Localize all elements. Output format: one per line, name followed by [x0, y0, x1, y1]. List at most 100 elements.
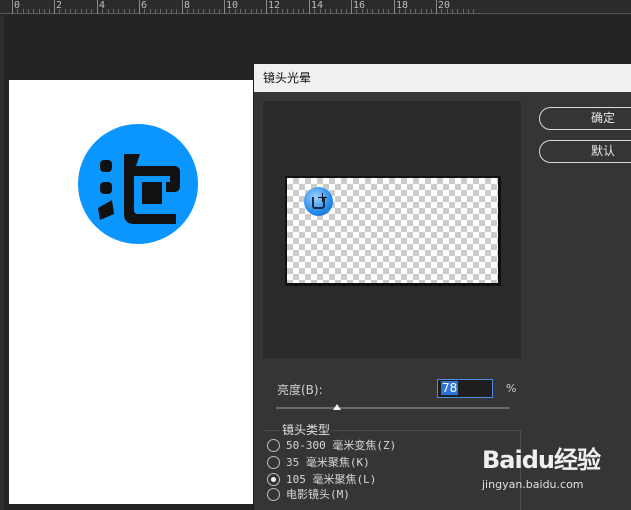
- ruler-minor-tick: [17, 9, 18, 14]
- ruler-minor-tick: [219, 9, 220, 14]
- ruler-minor-tick: [214, 9, 215, 14]
- photoshop-window: 0 2 4 6 8 10 12 14 16 18 20 镜头光晕 确定 默认 亮度(B): 78: [0, 0, 631, 510]
- ruler-minor-tick: [187, 9, 188, 14]
- lens-option-105[interactable]: 105 毫米聚焦(L): [267, 471, 376, 487]
- ruler-minor-tick: [383, 9, 384, 14]
- ruler-minor-tick: [431, 9, 432, 14]
- ruler-label: 12: [268, 0, 281, 11]
- vertical-ruler[interactable]: [0, 15, 4, 510]
- ruler-minor-tick: [150, 9, 151, 14]
- ruler-minor-tick: [336, 9, 337, 14]
- ruler-minor-tick: [91, 9, 92, 14]
- ruler-major-tick: [266, 0, 267, 14]
- ruler-minor-tick: [113, 9, 114, 14]
- brightness-input[interactable]: 78: [437, 379, 493, 398]
- brightness-slider-thumb[interactable]: [333, 404, 341, 410]
- ruler-label: 20: [438, 0, 451, 11]
- ruler-major-tick: [351, 0, 352, 14]
- ruler-minor-tick: [463, 9, 464, 14]
- ruler-minor-tick: [388, 9, 389, 14]
- ruler-minor-tick: [277, 9, 278, 14]
- ruler-minor-tick: [240, 9, 241, 14]
- radio-button[interactable]: [267, 472, 280, 486]
- ruler-minor-tick: [330, 9, 331, 14]
- ruler-minor-tick: [198, 9, 199, 14]
- ruler-minor-tick: [23, 9, 24, 14]
- ruler-label: 18: [396, 0, 409, 11]
- ruler-minor-tick: [245, 9, 246, 14]
- ruler-minor-tick: [468, 9, 469, 14]
- ruler-minor-tick: [155, 9, 156, 14]
- ruler-major-tick: [436, 0, 437, 14]
- ruler-minor-tick: [356, 9, 357, 14]
- watermark-url: jingyan.baidu.com: [482, 478, 584, 491]
- ruler-minor-tick: [102, 9, 103, 14]
- ruler-minor-tick: [367, 9, 368, 14]
- dialog-title: 镜头光晕: [254, 64, 631, 92]
- ruler-minor-tick: [124, 9, 125, 14]
- radio-label: 105 毫米聚焦(L): [286, 473, 377, 486]
- ruler-label: 16: [353, 0, 366, 11]
- watermark-brand: Baidu经验: [482, 446, 601, 474]
- lens-option-movie[interactable]: 电影镜头(M): [267, 486, 350, 502]
- ruler-minor-tick: [399, 9, 400, 14]
- ruler-major-tick: [12, 0, 13, 14]
- ruler-major-tick: [224, 0, 225, 14]
- ruler-minor-tick: [134, 9, 135, 14]
- ruler-minor-tick: [209, 9, 210, 14]
- ruler-minor-tick: [441, 9, 442, 14]
- ruler-minor-tick: [251, 9, 252, 14]
- ruler-minor-tick: [410, 9, 411, 14]
- ruler-minor-tick: [70, 9, 71, 14]
- ruler-major-tick: [139, 0, 140, 14]
- ruler-major-tick: [394, 0, 395, 14]
- ruler-minor-tick: [452, 9, 453, 14]
- ruler-major-tick: [54, 0, 55, 14]
- ok-button[interactable]: 确定: [539, 107, 631, 130]
- radio-button[interactable]: [267, 487, 280, 501]
- ruler-minor-tick: [372, 9, 373, 14]
- horizontal-ruler[interactable]: 0 2 4 6 8 10 12 14 16 18 20: [0, 0, 631, 14]
- brightness-slider-track[interactable]: [276, 407, 510, 409]
- ruler-major-tick: [97, 0, 98, 14]
- brightness-label: 亮度(B):: [277, 383, 323, 397]
- ruler-minor-tick: [160, 9, 161, 14]
- ruler-minor-tick: [193, 9, 194, 14]
- baidu-watermark: Baidu经验 jingyan.baidu.com: [482, 440, 622, 500]
- ruler-minor-tick: [378, 9, 379, 14]
- logo-glyph-icon: [98, 154, 180, 224]
- radio-button[interactable]: [267, 438, 280, 452]
- radio-label: 50-300 毫米变焦(Z): [286, 439, 397, 452]
- ruler-minor-tick: [298, 9, 299, 14]
- ruler-minor-tick: [203, 9, 204, 14]
- lens-option-50-300[interactable]: 50-300 毫米变焦(Z): [267, 437, 396, 453]
- ruler-minor-tick: [129, 9, 130, 14]
- radio-label: 35 毫米聚焦(K): [286, 456, 370, 469]
- ruler-minor-tick: [44, 9, 45, 14]
- ruler-minor-tick: [405, 9, 406, 14]
- lens-option-35[interactable]: 35 毫米聚焦(K): [267, 454, 370, 470]
- brightness-unit: %: [506, 382, 517, 395]
- ruler-minor-tick: [118, 9, 119, 14]
- ruler-minor-tick: [75, 9, 76, 14]
- default-button[interactable]: 默认: [539, 140, 631, 163]
- ruler-minor-tick: [166, 9, 167, 14]
- brightness-value: 78: [441, 381, 459, 395]
- ruler-minor-tick: [229, 9, 230, 14]
- ruler-label: 10: [226, 0, 239, 11]
- ruler-minor-tick: [473, 9, 474, 14]
- ruler-minor-tick: [314, 9, 315, 14]
- ruler-minor-tick: [144, 9, 145, 14]
- flare-preview[interactable]: [285, 176, 501, 286]
- ruler-minor-tick: [86, 9, 87, 14]
- ruler-minor-tick: [171, 9, 172, 14]
- radio-label: 电影镜头(M): [286, 488, 350, 501]
- ruler-minor-tick: [415, 9, 416, 14]
- ruler-minor-tick: [426, 9, 427, 14]
- lens-type-title: 镜头类型: [280, 421, 333, 438]
- logo-circle: [78, 124, 198, 244]
- flare-center-crosshair-icon[interactable]: [318, 193, 327, 202]
- radio-button[interactable]: [267, 455, 280, 469]
- ruler-minor-tick: [320, 9, 321, 14]
- ruler-label: 14: [311, 0, 324, 11]
